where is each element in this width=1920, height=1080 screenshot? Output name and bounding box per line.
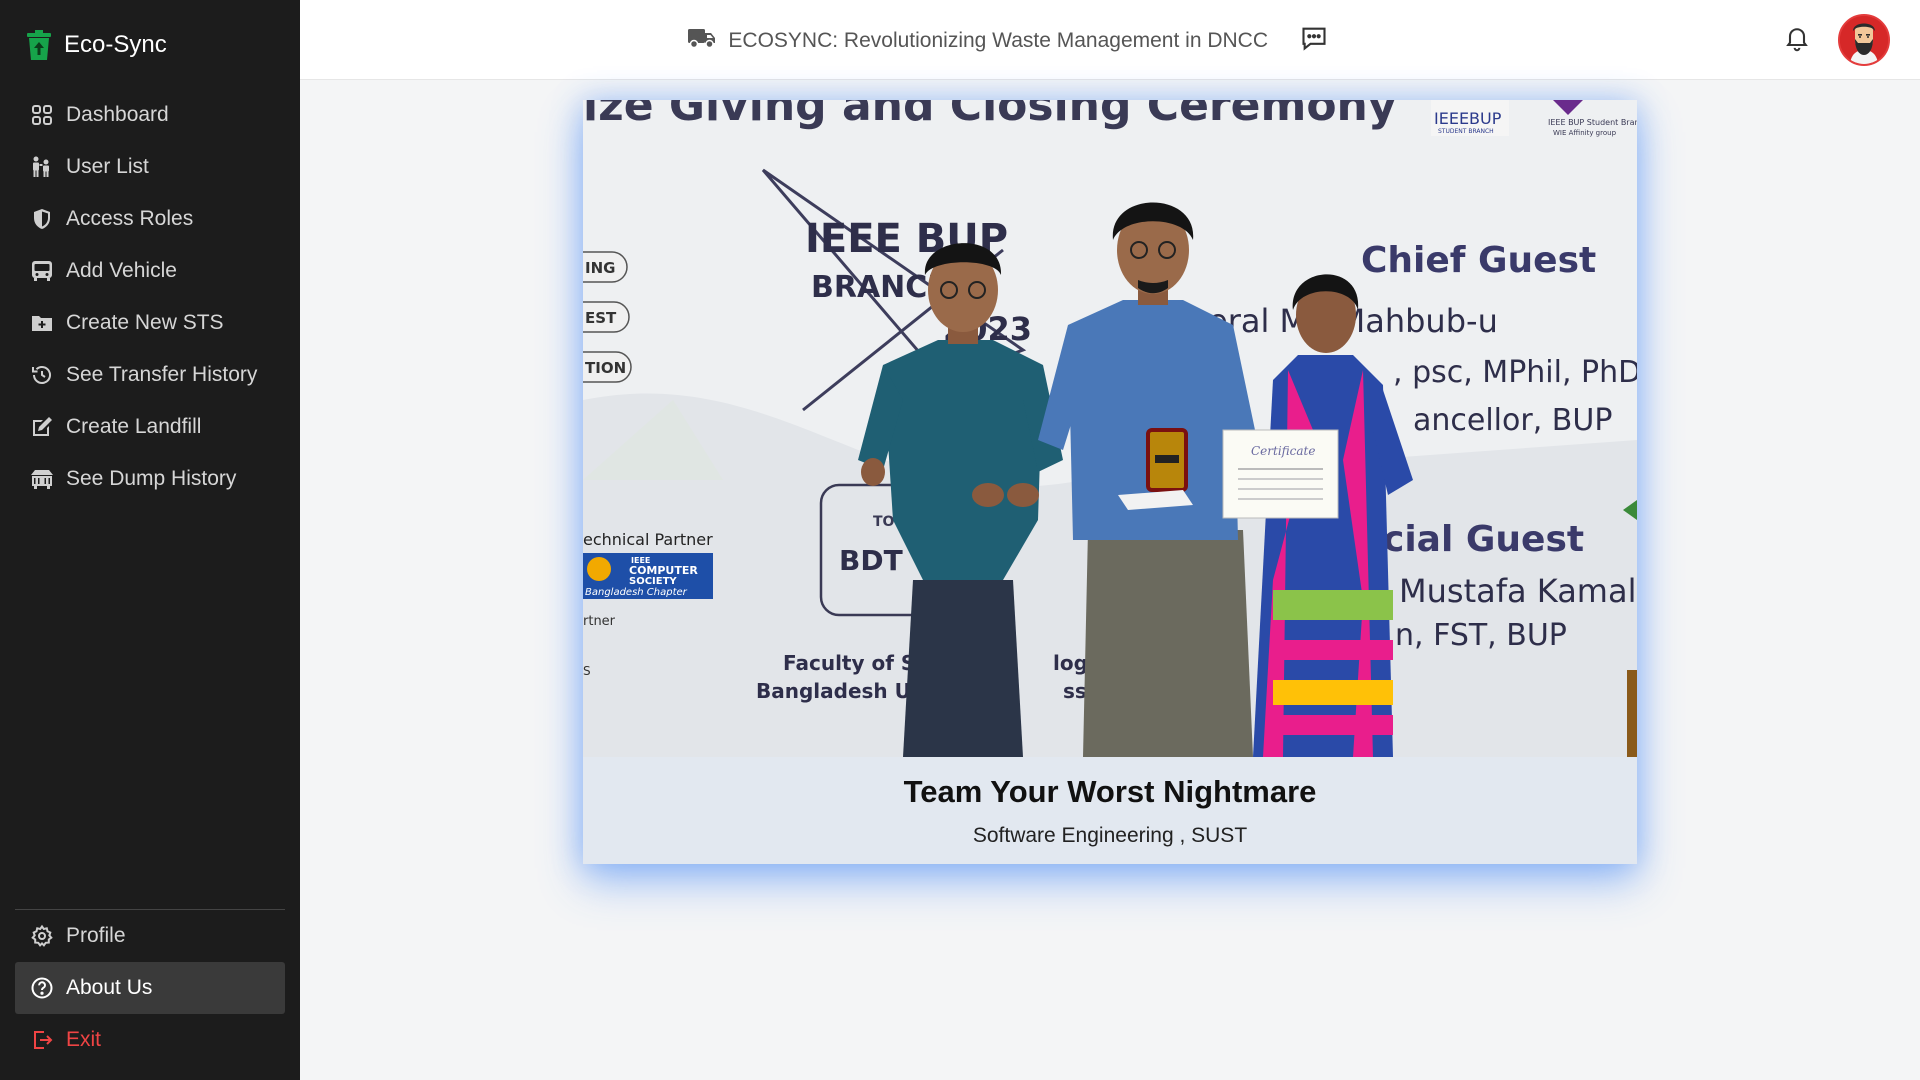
shield-icon [30,207,54,231]
chat-icon [1300,24,1328,57]
photo-bdt: BDT [839,544,903,577]
card-title: Team Your Worst Nightmare [903,774,1317,809]
sidebar-item-label: Add Vehicle [66,259,177,282]
avatar[interactable] [1838,14,1890,66]
header-title: ECOSYNC: Revolutionizing Waste Managemen… [688,27,1268,54]
card-subtitle: Software Engineering , SUST [972,824,1248,847]
sidebar-item-profile[interactable]: Profile [15,910,285,962]
sidebar: Eco-Sync Dashboard User List Access Role… [0,0,300,1080]
sidebar-item-label: See Transfer History [66,363,258,386]
trash-bin-logo-icon [26,30,52,60]
top-logo-ieeebup: IEEEBUP [1434,109,1502,128]
header-title-text: ECOSYNC: Revolutionizing Waste Managemen… [728,28,1268,52]
dumpster-icon [30,467,54,491]
photo-s-fragment: S [583,664,591,678]
sidebar-item-label: About Us [66,976,153,999]
sidebar-item-label: Dashboard [66,103,169,126]
sidebar-item-label: User List [66,155,149,178]
photo-faculty-1: Faculty of S [783,651,915,675]
top-header: ECOSYNC: Revolutionizing Waste Managemen… [300,0,1920,80]
sidebar-item-label: Exit [66,1028,102,1051]
team-photo: ize Giving and Closing Ceremony IEEEBUP … [583,100,1637,757]
photo-pill-2: EST [585,309,617,327]
top-logo-ieeebup-sub: STUDENT BRANCH [1438,128,1494,135]
sidebar-item-dump-history[interactable]: See Dump History [15,453,285,505]
sidebar-item-dashboard[interactable]: Dashboard [15,89,285,141]
sidebar-item-label: See Dump History [66,467,237,490]
dashboard-grid-icon [30,103,54,127]
photo-chief-guest: Chief Guest [1361,240,1596,281]
cs-badge-l4: Bangladesh Chapter [585,587,688,598]
sidebar-item-user-list[interactable]: User List [15,141,285,193]
photo-special-name: Mustafa Kamal [1399,572,1636,610]
photo-special-guest: cial Guest [1383,519,1584,560]
history-icon [30,363,54,387]
edit-square-icon [30,415,54,439]
sidebar-item-label: Access Roles [66,207,194,230]
folder-plus-icon [30,311,54,335]
top-logo-wie-sub: WIE Affinity group [1553,129,1617,137]
sidebar-nav: Dashboard User List Access Roles Add Veh… [15,89,285,505]
photo-chief-role: ancellor, BUP [1413,403,1612,438]
sidebar-item-create-landfill[interactable]: Create Landfill [15,401,285,453]
photo-partner: rtner [583,614,616,629]
question-circle-icon [30,976,54,1000]
team-card: ize Giving and Closing Ceremony IEEEBUP … [583,100,1637,864]
truck-icon [688,27,716,54]
sidebar-bottom-nav: Profile About Us Exit [15,910,285,1066]
photo-chief-degrees: , psc, MPhil, PhD [1393,355,1637,390]
photo-faculty-2: Bangladesh Un [756,679,925,703]
banner-top-text: ize Giving and Closing Ceremony [583,100,1397,131]
photo-pill-1: ING [585,259,615,277]
bell-icon [1783,24,1811,57]
users-icon [30,155,54,179]
sidebar-item-label: Create New STS [66,311,224,334]
messages-button[interactable] [1298,24,1330,56]
photo-pill-3: TION [585,359,626,377]
sidebar-item-transfer-history[interactable]: See Transfer History [15,349,285,401]
sidebar-item-label: Create Landfill [66,415,202,438]
sidebar-item-exit[interactable]: Exit [15,1014,285,1066]
sidebar-item-about-us[interactable]: About Us [15,962,285,1014]
brand[interactable]: Eco-Sync [26,30,167,60]
sidebar-item-create-new-sts[interactable]: Create New STS [15,297,285,349]
gear-icon [30,924,54,948]
svg-text:Certificate: Certificate [1251,444,1315,458]
sidebar-item-label: Profile [66,924,126,947]
notifications-button[interactable] [1781,24,1813,56]
photo-special-role: n, FST, BUP [1395,618,1567,653]
brand-name: Eco-Sync [64,31,167,58]
cs-badge-l3: SOCIETY [629,576,677,587]
logout-icon [30,1028,54,1052]
sidebar-item-add-vehicle[interactable]: Add Vehicle [15,245,285,297]
top-logo-wie: IEEE BUP Student Branch [1548,118,1637,127]
sidebar-item-access-roles[interactable]: Access Roles [15,193,285,245]
photo-tech-partner: echnical Partner [583,530,713,549]
bus-icon [30,259,54,283]
